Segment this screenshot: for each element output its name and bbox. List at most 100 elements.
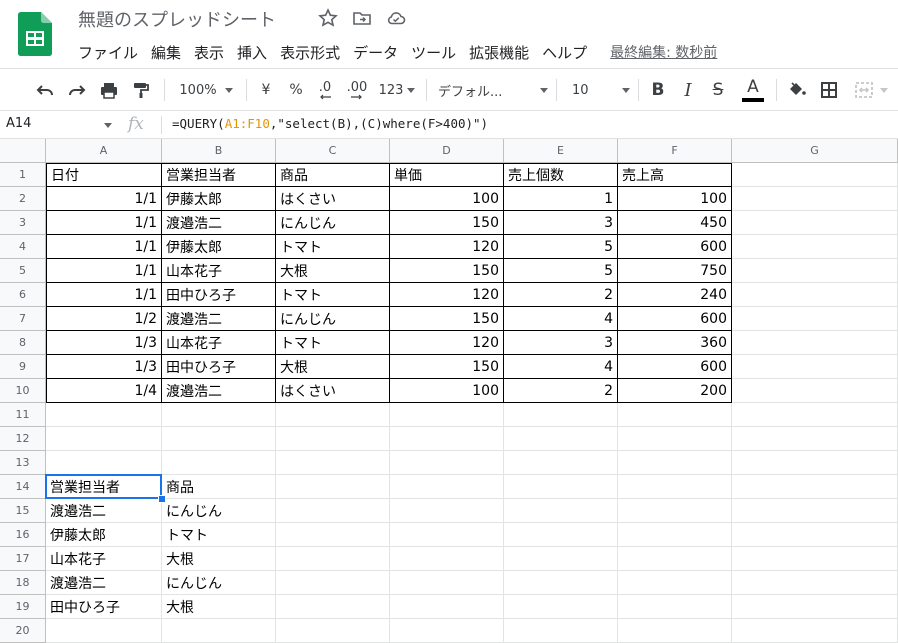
row-header-18[interactable]: 18 [0, 571, 46, 595]
increase-decimal-button[interactable]: .00 [342, 69, 372, 111]
menu-help[interactable]: ヘルプ [542, 42, 587, 63]
cell-d15[interactable] [390, 499, 504, 523]
cell-d17[interactable] [390, 547, 504, 571]
undo-button[interactable] [32, 69, 58, 111]
cell-e10[interactable]: 2 [504, 379, 618, 403]
cell-g9[interactable] [732, 355, 898, 379]
cell-g20[interactable] [732, 619, 898, 643]
star-icon[interactable] [318, 8, 338, 28]
cell-a11[interactable] [46, 403, 162, 427]
decrease-decimal-button[interactable]: .0 [312, 69, 338, 111]
cell-e8[interactable]: 3 [504, 331, 618, 355]
cell-a17[interactable]: 山本花子 [46, 547, 162, 571]
cell-c11[interactable] [276, 403, 390, 427]
row-header-6[interactable]: 6 [0, 283, 46, 307]
cell-c2[interactable]: はくさい [276, 187, 390, 211]
fill-color-button[interactable] [784, 69, 810, 111]
row-header-10[interactable]: 10 [0, 379, 46, 403]
cell-f13[interactable] [618, 451, 732, 475]
menu-insert[interactable]: 挿入 [237, 42, 267, 63]
cell-d12[interactable] [390, 427, 504, 451]
cell-g3[interactable] [732, 211, 898, 235]
cell-c5[interactable]: 大根 [276, 259, 390, 283]
row-header-2[interactable]: 2 [0, 187, 46, 211]
move-folder-icon[interactable] [352, 8, 372, 28]
cell-f6[interactable]: 240 [618, 283, 732, 307]
cell-d14[interactable] [390, 475, 504, 499]
row-header-17[interactable]: 17 [0, 547, 46, 571]
cell-a16[interactable]: 伊藤太郎 [46, 523, 162, 547]
cell-b5[interactable]: 山本花子 [162, 259, 276, 283]
row-header-15[interactable]: 15 [0, 499, 46, 523]
more-formats-button[interactable]: 123 [376, 69, 418, 111]
merge-cells-button[interactable] [848, 69, 894, 111]
cell-f7[interactable]: 600 [618, 307, 732, 331]
font-size-select[interactable]: 10 [566, 69, 630, 111]
cell-d10[interactable]: 100 [390, 379, 504, 403]
cell-b16[interactable]: トマト [162, 523, 276, 547]
cell-c20[interactable] [276, 619, 390, 643]
cell-g6[interactable] [732, 283, 898, 307]
row-header-14[interactable]: 14 [0, 475, 46, 499]
cell-e14[interactable] [504, 475, 618, 499]
cell-f20[interactable] [618, 619, 732, 643]
cell-c4[interactable]: トマト [276, 235, 390, 259]
cell-f10[interactable]: 200 [618, 379, 732, 403]
menu-file[interactable]: ファイル [78, 42, 138, 63]
cell-f12[interactable] [618, 427, 732, 451]
row-header-13[interactable]: 13 [0, 451, 46, 475]
redo-button[interactable] [64, 69, 90, 111]
cell-e13[interactable] [504, 451, 618, 475]
cell-d16[interactable] [390, 523, 504, 547]
cell-g11[interactable] [732, 403, 898, 427]
cell-e9[interactable]: 4 [504, 355, 618, 379]
column-header-a[interactable]: A [46, 139, 162, 163]
cell-d8[interactable]: 120 [390, 331, 504, 355]
currency-format-button[interactable]: ¥ [254, 69, 278, 111]
cell-b1[interactable]: 営業担当者 [162, 163, 276, 187]
cell-b20[interactable] [162, 619, 276, 643]
row-header-1[interactable]: 1 [0, 163, 46, 187]
menu-edit[interactable]: 編集 [151, 42, 181, 63]
cell-e1[interactable]: 売上個数 [504, 163, 618, 187]
cell-g12[interactable] [732, 427, 898, 451]
cell-a18[interactable]: 渡邉浩二 [46, 571, 162, 595]
row-header-12[interactable]: 12 [0, 427, 46, 451]
row-header-16[interactable]: 16 [0, 523, 46, 547]
cell-g4[interactable] [732, 235, 898, 259]
cell-d13[interactable] [390, 451, 504, 475]
cell-a15[interactable]: 渡邉浩二 [46, 499, 162, 523]
font-family-select[interactable]: デフォル... [438, 69, 548, 111]
column-header-d[interactable]: D [390, 139, 504, 163]
cell-b12[interactable] [162, 427, 276, 451]
cell-a20[interactable] [46, 619, 162, 643]
cell-b4[interactable]: 伊藤太郎 [162, 235, 276, 259]
cell-a9[interactable]: 1/3 [46, 355, 162, 379]
cell-e4[interactable]: 5 [504, 235, 618, 259]
row-header-4[interactable]: 4 [0, 235, 46, 259]
cell-c9[interactable]: 大根 [276, 355, 390, 379]
cell-d4[interactable]: 120 [390, 235, 504, 259]
cell-g18[interactable] [732, 571, 898, 595]
cell-d18[interactable] [390, 571, 504, 595]
cell-g14[interactable] [732, 475, 898, 499]
column-header-b[interactable]: B [162, 139, 276, 163]
cell-f16[interactable] [618, 523, 732, 547]
cell-c7[interactable]: にんじん [276, 307, 390, 331]
cell-b6[interactable]: 田中ひろ子 [162, 283, 276, 307]
cell-b14[interactable]: 商品 [162, 475, 276, 499]
cell-e7[interactable]: 4 [504, 307, 618, 331]
cell-b7[interactable]: 渡邉浩二 [162, 307, 276, 331]
cell-e2[interactable]: 1 [504, 187, 618, 211]
cell-f17[interactable] [618, 547, 732, 571]
cell-a13[interactable] [46, 451, 162, 475]
cell-f9[interactable]: 600 [618, 355, 732, 379]
cell-a3[interactable]: 1/1 [46, 211, 162, 235]
cell-f4[interactable]: 600 [618, 235, 732, 259]
menu-format[interactable]: 表示形式 [280, 42, 340, 63]
cell-c19[interactable] [276, 595, 390, 619]
cell-a2[interactable]: 1/1 [46, 187, 162, 211]
cell-g5[interactable] [732, 259, 898, 283]
cell-e6[interactable]: 2 [504, 283, 618, 307]
cell-e19[interactable] [504, 595, 618, 619]
